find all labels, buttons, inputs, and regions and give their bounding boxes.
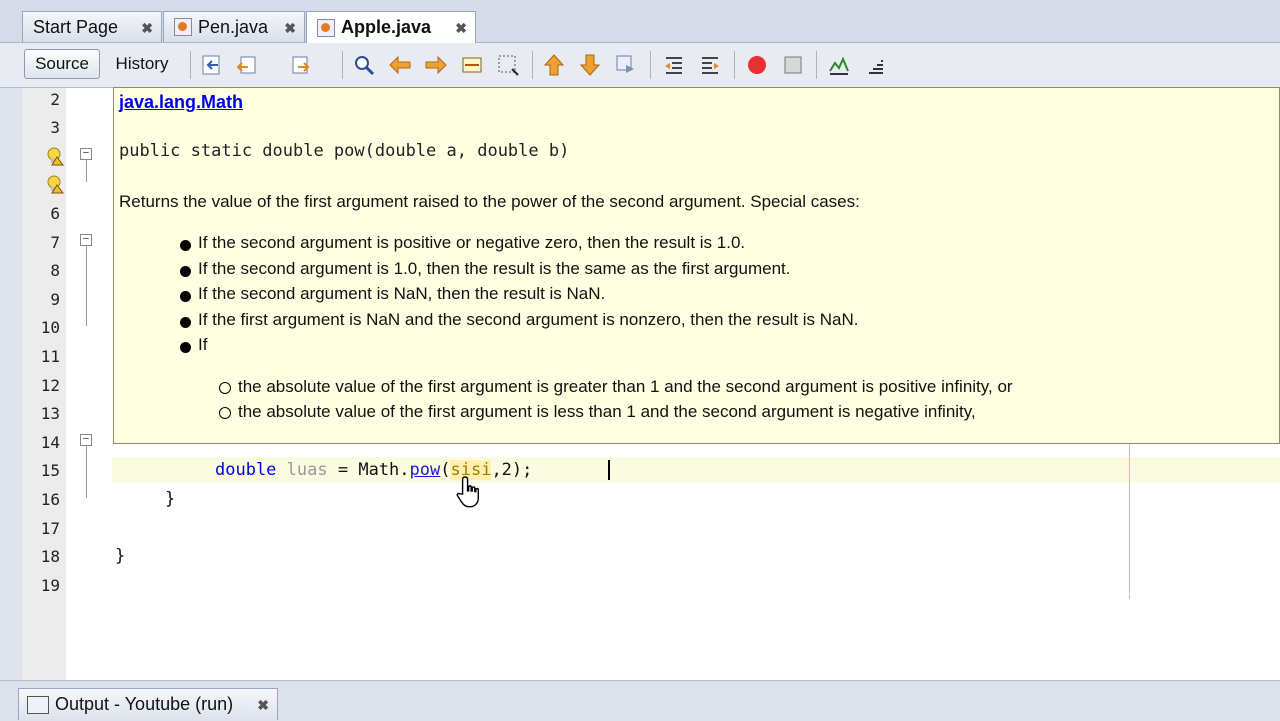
line-number: 10 bbox=[40, 318, 60, 337]
variable: luas bbox=[286, 460, 328, 480]
special-case-item: If the second argument is positive or ne… bbox=[179, 233, 746, 252]
editor-tab-bar: Start Page ✖ Pen.java ✖ Apple.java ✖ bbox=[0, 0, 1280, 43]
hint-bulb-icon[interactable] bbox=[46, 146, 64, 166]
close-icon[interactable]: ✖ bbox=[257, 697, 269, 714]
line-number: 6 bbox=[50, 204, 60, 223]
stop-macro-recording-icon[interactable] bbox=[781, 53, 805, 77]
tab-label: Start Page bbox=[33, 16, 119, 37]
special-case-item: If the second argument is 1.0, then the … bbox=[179, 259, 791, 278]
close-icon[interactable]: ✖ bbox=[284, 20, 296, 37]
fold-guide bbox=[86, 160, 87, 182]
line-number: 17 bbox=[40, 519, 60, 538]
last-edit-icon[interactable] bbox=[200, 53, 224, 77]
tab-start-page[interactable]: Start Page ✖ bbox=[22, 11, 162, 42]
hint-bulb-icon[interactable] bbox=[46, 174, 64, 194]
line-number: 11 bbox=[40, 347, 60, 366]
special-case-subitem: the absolute value of the first argument… bbox=[219, 402, 976, 421]
toolbar-separator bbox=[190, 51, 191, 79]
tab-pen-java[interactable]: Pen.java ✖ bbox=[163, 11, 305, 42]
find-icon[interactable] bbox=[352, 53, 376, 77]
line-number: 16 bbox=[40, 490, 60, 509]
toolbar-separator bbox=[650, 51, 651, 79]
close-icon[interactable]: ✖ bbox=[141, 20, 153, 37]
code-text: ,2); bbox=[491, 460, 533, 480]
line-number: 15 bbox=[40, 461, 60, 480]
line-number: 9 bbox=[50, 290, 60, 309]
shift-right-icon[interactable] bbox=[698, 53, 722, 77]
rectangular-selection-icon[interactable] bbox=[496, 53, 520, 77]
toggle-highlight-icon[interactable] bbox=[460, 53, 484, 77]
line-number: 13 bbox=[40, 404, 60, 423]
special-case-item: If the first argument is NaN and the sec… bbox=[180, 310, 859, 329]
fold-column bbox=[66, 88, 112, 680]
start-checker-icon[interactable] bbox=[827, 53, 851, 77]
close-icon[interactable]: ✖ bbox=[455, 20, 467, 37]
java-file-icon bbox=[174, 18, 192, 36]
fold-toggle-icon[interactable]: − bbox=[80, 148, 92, 160]
javadoc-popup[interactable]: java.lang.Math public static double pow(… bbox=[113, 87, 1280, 444]
line-number: 7 bbox=[50, 233, 60, 252]
line-number: 18 bbox=[40, 547, 60, 566]
source-button[interactable]: Source bbox=[24, 49, 100, 79]
right-margin-line bbox=[1129, 444, 1130, 599]
output-tab-label: Output - Youtube (run) bbox=[55, 694, 234, 714]
method-description: Returns the value of the first argument … bbox=[119, 192, 860, 211]
keyword: double bbox=[215, 460, 277, 480]
text-caret bbox=[608, 460, 610, 480]
line-number: 12 bbox=[40, 376, 60, 395]
code-text: = Math. bbox=[327, 460, 410, 480]
fold-toggle-icon[interactable]: − bbox=[80, 234, 92, 246]
fold-guide bbox=[86, 246, 87, 326]
fold-toggle-icon[interactable]: − bbox=[80, 434, 92, 446]
special-case-item: If the second argument is NaN, then the … bbox=[179, 284, 606, 303]
toggle-bookmark-icon[interactable] bbox=[614, 53, 638, 77]
editor-toolbar: Source History bbox=[0, 43, 1280, 111]
output-window-icon bbox=[27, 695, 49, 714]
special-case-item: If bbox=[179, 335, 208, 354]
fold-guide bbox=[86, 446, 87, 498]
line-number: 19 bbox=[40, 576, 60, 595]
class-link[interactable]: java.lang.Math bbox=[119, 92, 243, 113]
toolbar-separator bbox=[342, 51, 343, 79]
toolbar-separator bbox=[734, 51, 735, 79]
history-button[interactable]: History bbox=[106, 49, 178, 79]
tab-label: Apple.java bbox=[341, 17, 432, 37]
line-number: 2 bbox=[50, 90, 60, 109]
back-icon[interactable] bbox=[236, 53, 260, 77]
java-file-icon bbox=[317, 18, 335, 37]
line-number: 8 bbox=[50, 261, 60, 280]
line-number: 3 bbox=[50, 118, 60, 137]
start-macro-recording-icon[interactable] bbox=[745, 53, 769, 77]
method-signature: public static double pow(double a, doubl… bbox=[119, 141, 570, 161]
comment-icon[interactable] bbox=[863, 53, 887, 77]
code-line-18[interactable]: } bbox=[115, 546, 125, 566]
line-number: 14 bbox=[40, 433, 60, 452]
forward-icon[interactable] bbox=[288, 53, 312, 77]
previous-bookmark-icon[interactable] bbox=[542, 53, 566, 77]
tab-apple-java[interactable]: Apple.java ✖ bbox=[306, 11, 476, 43]
toolbar-separator bbox=[816, 51, 817, 79]
method-link[interactable]: pow bbox=[410, 460, 441, 480]
shift-left-icon[interactable] bbox=[662, 53, 686, 77]
code-text: ( bbox=[440, 460, 451, 480]
toolbar-separator bbox=[532, 51, 533, 79]
hand-cursor-icon bbox=[456, 476, 479, 508]
find-next-icon[interactable] bbox=[424, 53, 448, 77]
code-line-16[interactable]: } bbox=[165, 489, 175, 509]
output-tab[interactable]: Output - Youtube (run) ✖ bbox=[18, 688, 278, 720]
find-previous-icon[interactable] bbox=[388, 53, 412, 77]
next-bookmark-icon[interactable] bbox=[578, 53, 602, 77]
tab-label: Pen.java bbox=[198, 16, 269, 37]
special-case-subitem: the absolute value of the first argument… bbox=[219, 377, 1013, 396]
